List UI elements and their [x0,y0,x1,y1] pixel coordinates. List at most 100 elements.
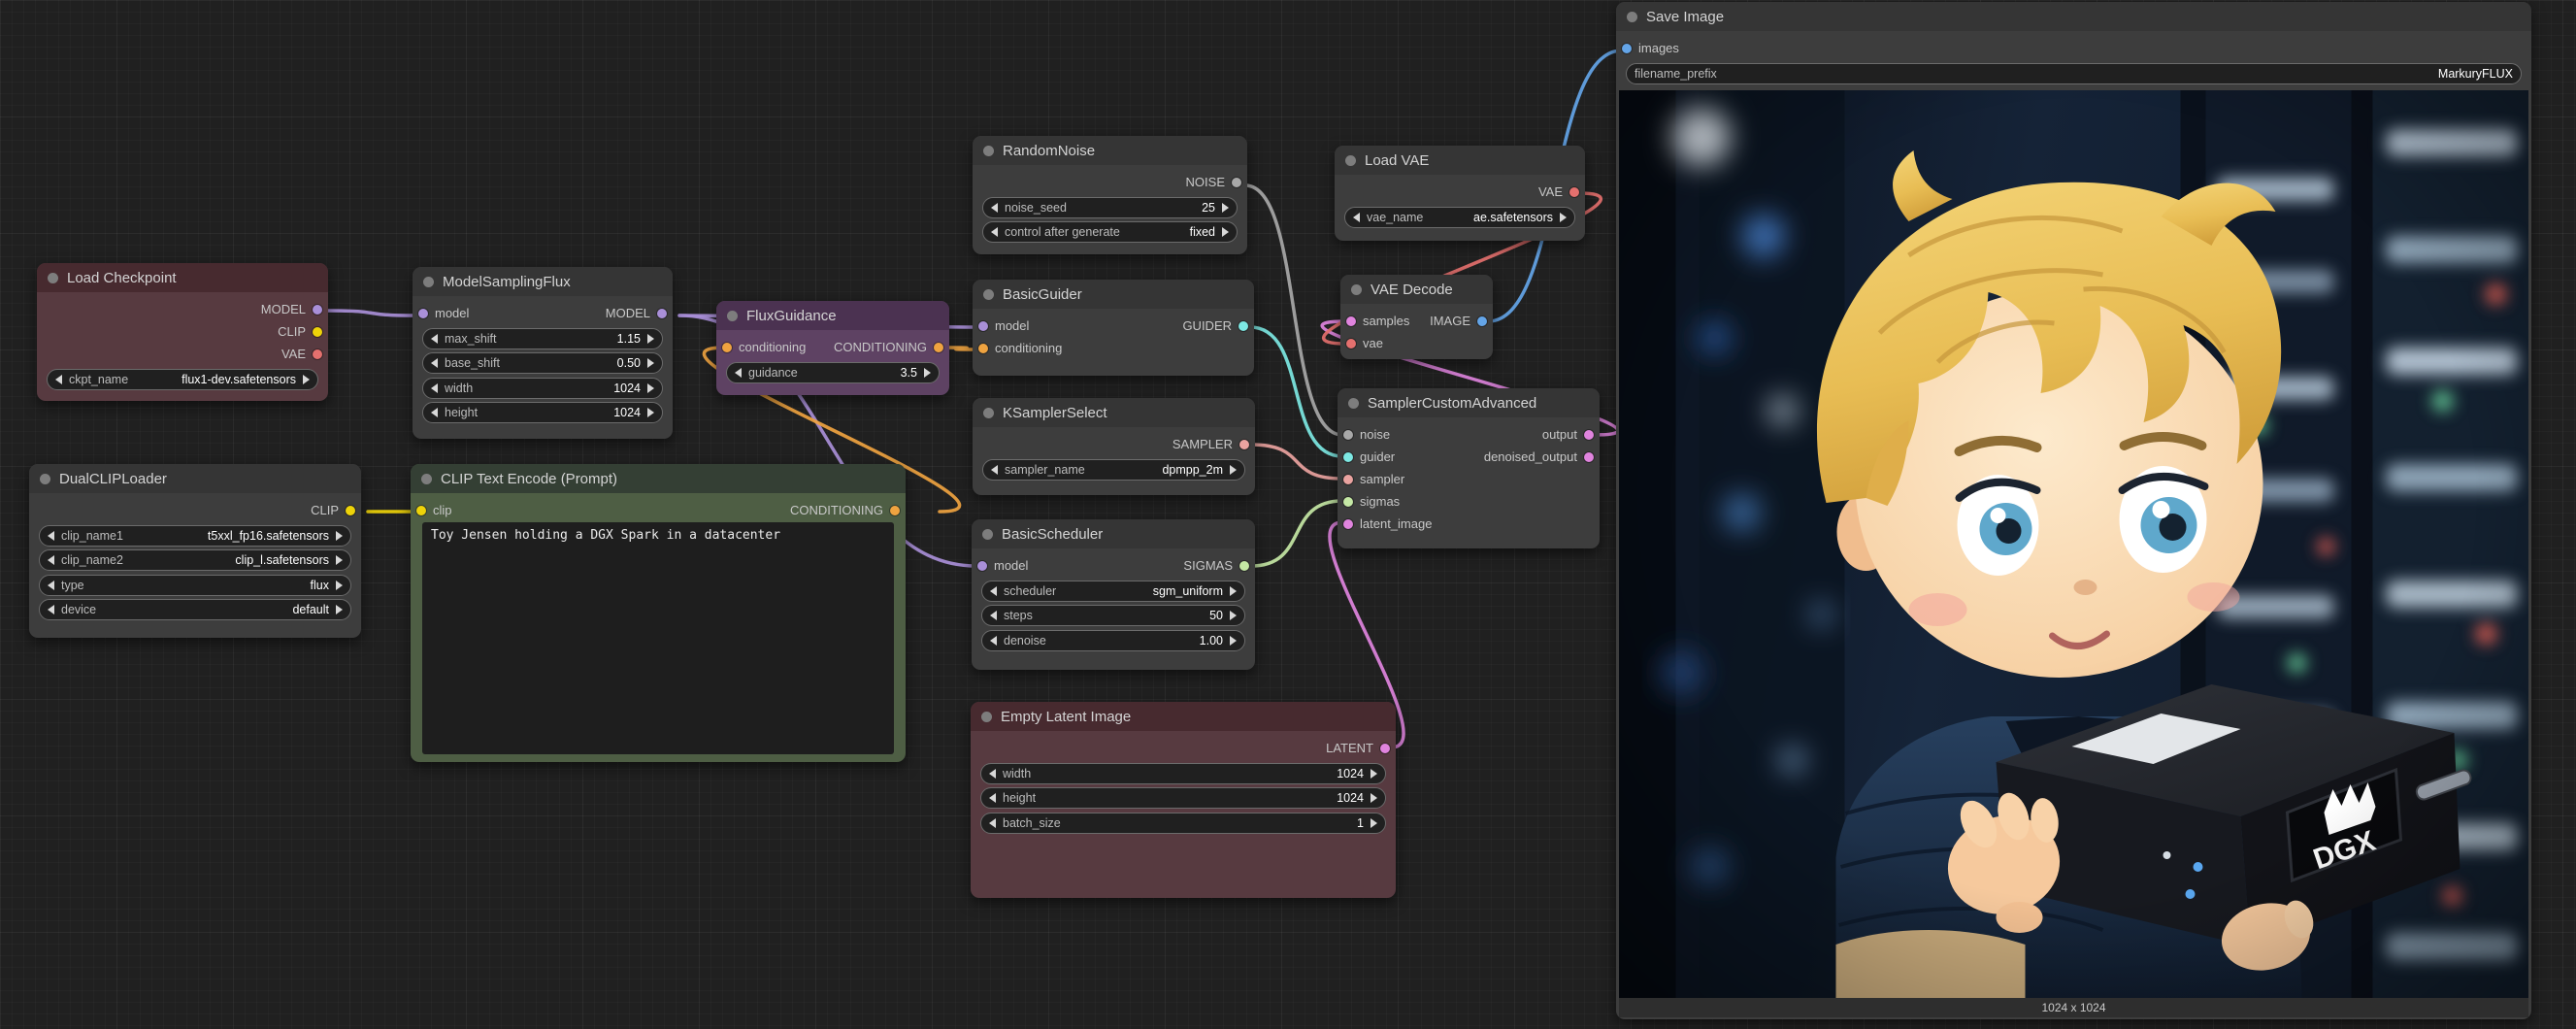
latent-port-dot[interactable] [1346,316,1356,326]
node-basic-scheduler[interactable]: BasicScheduler model SIGMAS schedulersgm… [972,519,1255,670]
node-titlebar[interactable]: BasicScheduler [972,519,1255,548]
model-port-dot[interactable] [977,561,987,571]
collapse-dot-icon[interactable] [48,273,58,283]
input-port-latent-image[interactable]: latent_image [1343,516,1432,531]
decrement-arrow-icon[interactable] [991,465,998,475]
node-titlebar[interactable]: ModelSamplingFlux [413,267,673,296]
output-port-guider[interactable]: GUIDER [1182,318,1248,333]
latent-port-dot[interactable] [1584,452,1594,462]
node-clip-text-encode[interactable]: CLIP Text Encode (Prompt) clip CONDITION… [411,464,906,762]
clip-port-dot[interactable] [416,506,426,515]
comfyui-node-graph-canvas[interactable]: { "colors": { "model": "#a98fd8", "clip"… [0,0,2576,1029]
sigmas-port-dot[interactable] [1343,497,1353,507]
sigmas-port-dot[interactable] [1239,561,1249,571]
conditioning-port-dot[interactable] [934,343,943,352]
max-shift-widget[interactable]: max_shift1.15 [422,328,663,349]
decrement-arrow-icon[interactable] [431,408,438,417]
model-port-dot[interactable] [657,309,667,318]
height-widget[interactable]: height1024 [422,402,663,423]
output-port-image[interactable]: IMAGE [1430,314,1487,328]
decrement-arrow-icon[interactable] [48,605,54,614]
clip-name2-widget[interactable]: clip_name2clip_l.safetensors [39,549,351,571]
node-load-checkpoint[interactable]: Load Checkpoint MODEL CLIP VAE ckpt_name… [37,263,328,401]
node-flux-guidance[interactable]: FluxGuidance conditioning CONDITIONING g… [716,301,949,395]
collapse-dot-icon[interactable] [1627,12,1637,22]
input-port-noise[interactable]: noise [1343,427,1390,442]
node-empty-latent-image[interactable]: Empty Latent Image LATENT width1024 heig… [971,702,1396,898]
decrement-arrow-icon[interactable] [735,368,742,378]
increment-arrow-icon[interactable] [924,368,931,378]
clip-port-dot[interactable] [346,506,355,515]
increment-arrow-icon[interactable] [1222,203,1229,213]
collapse-dot-icon[interactable] [1351,284,1362,295]
decrement-arrow-icon[interactable] [990,636,997,646]
collapse-dot-icon[interactable] [727,311,738,321]
node-titlebar[interactable]: DualCLIPLoader [29,464,361,493]
noise-seed-widget[interactable]: noise_seed25 [982,197,1238,218]
model-port-dot[interactable] [418,309,428,318]
model-port-dot[interactable] [978,321,988,331]
image-port-dot[interactable] [1477,316,1487,326]
device-widget[interactable]: devicedefault [39,599,351,620]
decrement-arrow-icon[interactable] [991,203,998,213]
model-port-dot[interactable] [313,305,322,315]
prompt-text-input[interactable]: Toy Jensen holding a DGX Spark in a data… [422,522,894,754]
input-port-images[interactable]: images [1622,41,1679,55]
batch-size-widget[interactable]: batch_size1 [980,813,1386,834]
guidance-widget[interactable]: guidance3.5 [726,362,940,383]
collapse-dot-icon[interactable] [1348,398,1359,409]
decrement-arrow-icon[interactable] [431,358,438,368]
steps-widget[interactable]: steps50 [981,605,1245,626]
increment-arrow-icon[interactable] [647,408,654,417]
node-titlebar[interactable]: SamplerCustomAdvanced [1338,388,1600,417]
vae-port-dot[interactable] [1569,187,1579,197]
collapse-dot-icon[interactable] [983,146,994,156]
collapse-dot-icon[interactable] [981,712,992,722]
node-save-image[interactable]: Save Image images filename_prefixMarkury… [1616,2,2531,1019]
conditioning-port-dot[interactable] [978,344,988,353]
node-titlebar[interactable]: RandomNoise [973,136,1247,165]
type-widget[interactable]: typeflux [39,575,351,596]
conditioning-port-dot[interactable] [722,343,732,352]
increment-arrow-icon[interactable] [336,531,343,541]
control-after-generate-widget[interactable]: control after generatefixed [982,221,1238,243]
node-titlebar[interactable]: KSamplerSelect [973,398,1255,427]
collapse-dot-icon[interactable] [1345,155,1356,166]
increment-arrow-icon[interactable] [1371,818,1377,828]
node-titlebar[interactable]: Load Checkpoint [37,263,328,292]
collapse-dot-icon[interactable] [983,408,994,418]
increment-arrow-icon[interactable] [1230,465,1237,475]
output-port-denoised-output[interactable]: denoised_output [1484,449,1594,464]
vae-name-widget[interactable]: vae_nameae.safetensors [1344,207,1575,228]
decrement-arrow-icon[interactable] [431,383,438,393]
decrement-arrow-icon[interactable] [991,227,998,237]
decrement-arrow-icon[interactable] [48,555,54,565]
output-port-conditioning[interactable]: CONDITIONING [834,340,943,354]
node-titlebar[interactable]: Empty Latent Image [971,702,1396,731]
guider-port-dot[interactable] [1343,452,1353,462]
output-port-conditioning[interactable]: CONDITIONING [790,503,900,517]
node-random-noise[interactable]: RandomNoise NOISE noise_seed25 control a… [973,136,1247,254]
noise-port-dot[interactable] [1232,178,1241,187]
output-port-clip[interactable]: CLIP [278,324,322,339]
input-port-conditioning[interactable]: conditioning [722,340,806,354]
clip-port-dot[interactable] [313,327,322,337]
node-ksampler-select[interactable]: KSamplerSelect SAMPLER sampler_namedpmpp… [973,398,1255,495]
input-port-guider[interactable]: guider [1343,449,1395,464]
node-titlebar[interactable]: FluxGuidance [716,301,949,330]
increment-arrow-icon[interactable] [647,358,654,368]
output-port-sampler[interactable]: SAMPLER [1172,437,1249,451]
increment-arrow-icon[interactable] [336,581,343,590]
output-port-latent[interactable]: LATENT [1326,741,1390,755]
decrement-arrow-icon[interactable] [55,375,62,384]
node-load-vae[interactable]: Load VAE VAE vae_nameae.safetensors [1335,146,1585,241]
decrement-arrow-icon[interactable] [990,586,997,596]
increment-arrow-icon[interactable] [647,334,654,344]
increment-arrow-icon[interactable] [647,383,654,393]
decrement-arrow-icon[interactable] [431,334,438,344]
node-model-sampling-flux[interactable]: ModelSamplingFlux model MODEL max_shift1… [413,267,673,439]
input-port-model[interactable]: model [978,318,1029,333]
increment-arrow-icon[interactable] [1371,769,1377,779]
input-port-samples[interactable]: samples [1346,314,1409,328]
sampler-port-dot[interactable] [1239,440,1249,449]
